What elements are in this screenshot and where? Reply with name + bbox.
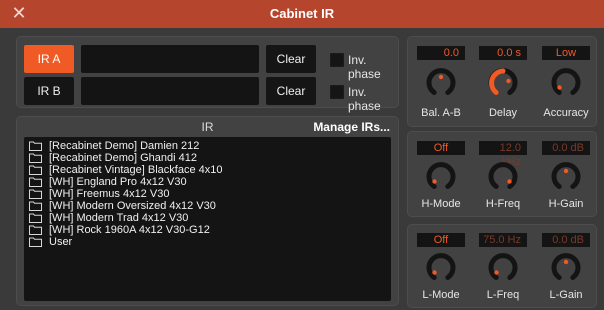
bal-value-display[interactable]: 0.0: [417, 46, 465, 60]
list-item[interactable]: [WH] Freemus 4x12 V30: [24, 188, 391, 200]
list-item[interactable]: [WH] Rock 1960A 4x12 V30-G12: [24, 224, 391, 236]
h-freq-knob[interactable]: [488, 162, 518, 192]
ir-a-inv-phase-label: Inv. phase: [348, 53, 381, 81]
list-item[interactable]: [WH] Modern Trad 4x12 V30: [24, 212, 391, 224]
list-item[interactable]: User: [24, 236, 391, 248]
folder-icon: [29, 213, 42, 223]
delay-value-display[interactable]: 0.0 s: [479, 46, 527, 60]
h-gain-label: H-Gain: [548, 198, 584, 210]
ir-b-inv-phase-label: Inv. phase: [348, 85, 381, 113]
h-mode-label: H-Mode: [421, 198, 461, 210]
list-item-label: [WH] Modern Trad 4x12 V30: [49, 212, 189, 224]
folder-icon: [29, 177, 42, 187]
list-item[interactable]: [Recabinet Demo] Damien 212: [24, 140, 391, 152]
mix-panel: 0.0 0.0 s Low Bal. A-B Delay Accuracy: [407, 36, 597, 127]
h-freq-value-display[interactable]: 12.0 kHz: [479, 141, 527, 168]
ir-b-button[interactable]: IR B: [24, 77, 74, 105]
bal-label: Bal. A-B: [421, 107, 461, 119]
bal-knob[interactable]: [426, 68, 456, 98]
l-gain-value-display[interactable]: 0.0 dB: [542, 233, 590, 247]
l-freq-value-display[interactable]: 75.0 Hz: [479, 233, 527, 247]
l-gain-knob[interactable]: [551, 253, 581, 283]
ir-b-clear-button[interactable]: Clear: [266, 77, 316, 105]
folder-icon: [29, 237, 42, 247]
list-item[interactable]: [Recabinet Demo] Ghandi 412: [24, 152, 391, 164]
folder-icon: [29, 141, 42, 151]
l-gain-label: L-Gain: [549, 289, 583, 301]
high-filter-panel: Off 12.0 kHz 0.0 dB H-Mode H-Freq H-Gain: [407, 131, 597, 217]
h-mode-value-display[interactable]: Off: [417, 141, 465, 155]
list-item-label: [Recabinet Demo] Damien 212: [49, 140, 200, 152]
window-title: Cabinet IR: [269, 6, 335, 21]
ir-a-clear-button[interactable]: Clear: [266, 45, 316, 73]
h-gain-knob[interactable]: [551, 162, 581, 192]
ir-file-list[interactable]: [Recabinet Demo] Damien 212 [Recabinet De…: [24, 137, 391, 301]
l-freq-label: L-Freq: [486, 289, 520, 301]
ir-a-inv-phase-checkbox[interactable]: [330, 53, 344, 67]
l-mode-value-display[interactable]: Off: [417, 233, 465, 247]
list-item-label: [Recabinet Demo] Ghandi 412: [49, 152, 197, 164]
list-item-label: [WH] England Pro 4x12 V30: [49, 176, 187, 188]
delay-label: Delay: [488, 107, 518, 119]
folder-icon: [29, 153, 42, 163]
ir-browser-header: IR Manage IRs...: [17, 117, 398, 137]
list-item[interactable]: [WH] England Pro 4x12 V30: [24, 176, 391, 188]
list-item-label: [WH] Modern Oversized 4x12 V30: [49, 200, 216, 212]
manage-irs-button[interactable]: Manage IRs...: [313, 117, 390, 137]
h-gain-value-display[interactable]: 0.0 dB: [542, 141, 590, 155]
ir-b-inv-phase-checkbox[interactable]: [330, 85, 344, 99]
delay-knob[interactable]: [488, 68, 518, 98]
folder-icon: [29, 225, 42, 235]
list-item-label: [Recabinet Vintage] Blackface 4x10: [49, 164, 223, 176]
ir-slot-panel: IR A Clear Inv. phase IR B Clear Inv. ph…: [16, 36, 399, 113]
h-mode-knob[interactable]: [426, 162, 456, 192]
ir-a-path-field[interactable]: [81, 45, 259, 73]
title-bar: ✕ Cabinet IR: [0, 0, 604, 28]
list-item-label: User: [49, 236, 73, 248]
h-freq-label: H-Freq: [485, 198, 521, 210]
low-filter-panel: Off 75.0 Hz 0.0 dB L-Mode L-Freq L-Gain: [407, 224, 597, 308]
list-item[interactable]: [Recabinet Vintage] Blackface 4x10: [24, 164, 391, 176]
accuracy-knob[interactable]: [551, 68, 581, 98]
folder-icon: [29, 165, 42, 175]
ir-b-path-field[interactable]: [81, 77, 259, 105]
list-item-label: [WH] Freemus 4x12 V30: [49, 188, 170, 200]
l-mode-knob[interactable]: [426, 253, 456, 283]
list-item[interactable]: [WH] Modern Oversized 4x12 V30: [24, 200, 391, 212]
folder-icon: [29, 201, 42, 211]
ir-browser-panel: IR Manage IRs... [Recabinet Demo] Damien…: [16, 116, 399, 306]
list-item-label: [WH] Rock 1960A 4x12 V30-G12: [49, 224, 210, 236]
accuracy-value-display[interactable]: Low: [542, 46, 590, 60]
accuracy-label: Accuracy: [543, 107, 589, 119]
l-mode-label: L-Mode: [422, 289, 460, 301]
folder-icon: [29, 189, 42, 199]
ir-a-button[interactable]: IR A: [24, 45, 74, 73]
l-freq-knob[interactable]: [488, 253, 518, 283]
